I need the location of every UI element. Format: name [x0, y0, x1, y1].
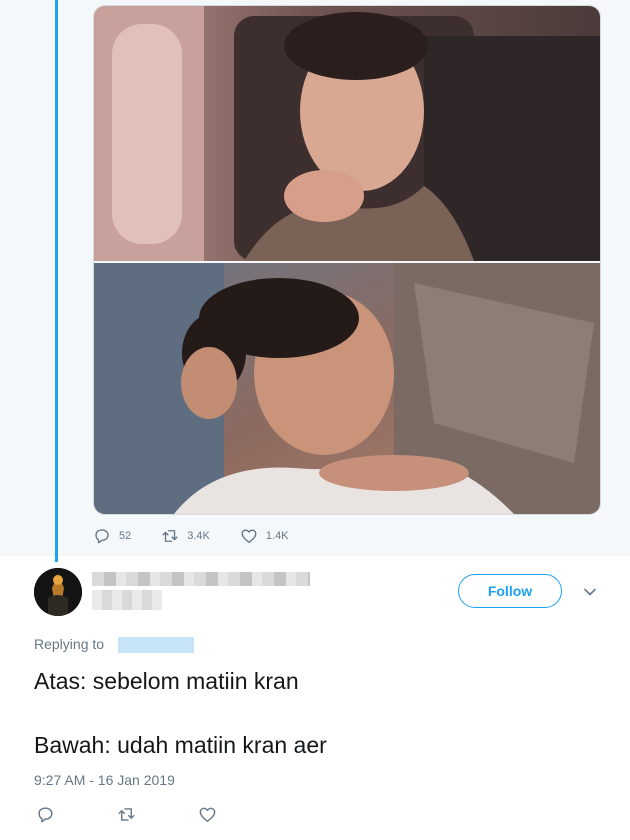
replying-to-label: Replying to [34, 636, 105, 652]
reply-icon [95, 529, 109, 544]
avatar[interactable] [34, 568, 82, 616]
tweet-timestamp[interactable]: 9:27 AM - 16 Jan 2019 [34, 772, 175, 788]
photo-top[interactable] [94, 6, 600, 261]
replying-to-handle-redacted[interactable] [118, 637, 194, 653]
photo-top-image [94, 6, 600, 261]
follow-button[interactable]: Follow [458, 574, 562, 608]
reply-action[interactable]: 52 [93, 527, 131, 545]
media-grid [93, 5, 601, 515]
author-name-redacted[interactable] [92, 572, 310, 586]
retweet-action[interactable]: 3.4K [161, 527, 210, 545]
thread-connector-line [55, 0, 58, 562]
chevron-down-icon[interactable] [582, 584, 598, 600]
reply-count: 52 [119, 530, 132, 542]
retweet-icon [162, 530, 178, 542]
author-handle-redacted[interactable] [92, 590, 162, 610]
reply-action[interactable] [36, 805, 55, 824]
previous-tweet: 52 3.4K 1.4K [0, 0, 630, 556]
like-icon [241, 529, 257, 544]
like-action[interactable] [198, 805, 217, 824]
like-icon [199, 807, 216, 822]
previous-tweet-actions: 52 3.4K 1.4K [93, 524, 319, 548]
avatar-image [34, 568, 82, 616]
retweet-icon [118, 807, 135, 821]
tweet-text-line-1: Atas: sebelom matiin kran [34, 668, 299, 694]
like-action[interactable]: 1.4K [240, 527, 289, 545]
reply-icon [38, 806, 53, 822]
retweet-action[interactable] [117, 805, 136, 824]
retweet-count: 3.4K [187, 530, 210, 542]
photo-bottom-image [94, 263, 600, 514]
reply-tweet-actions [36, 803, 279, 825]
like-count: 1.4K [265, 530, 289, 542]
photo-bottom[interactable] [94, 263, 600, 514]
tweet-text-line-2: Bawah: udah matiin kran aer [34, 732, 327, 758]
